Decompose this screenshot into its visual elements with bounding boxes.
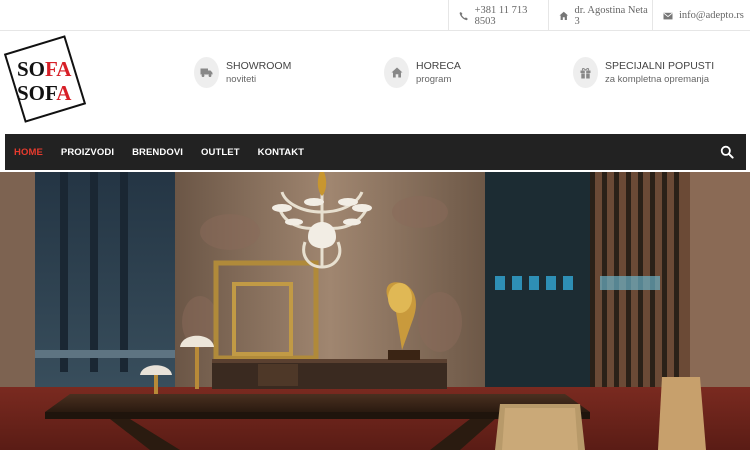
- feature-showroom-subtitle: noviteti: [226, 74, 257, 85]
- map-pin-icon: [559, 11, 569, 20]
- main-nav: HOME PROIZVODI BRENDOVI OUTLET KONTAKT: [5, 134, 746, 170]
- sofa-sofa-logo[interactable]: SOFA SOFA: [3, 35, 87, 123]
- contact-email[interactable]: info@adepto.rs: [652, 0, 750, 31]
- nav-item-outlet[interactable]: OUTLET: [201, 147, 240, 158]
- search-icon[interactable]: [720, 145, 734, 159]
- hero-interior-illustration: [0, 172, 750, 450]
- truck-icon: [194, 57, 219, 88]
- contact-address-text: dr. Agostina Neta 3: [574, 4, 648, 27]
- top-contact-bar: +381 11 713 8503 dr. Agostina Neta 3 inf…: [0, 0, 750, 31]
- nav-item-kontakt[interactable]: KONTAKT: [258, 147, 304, 158]
- hero-banner-image: [0, 172, 750, 450]
- home-icon: [384, 57, 409, 88]
- phone-icon: [459, 11, 468, 20]
- gift-icon: [573, 57, 598, 88]
- feature-horeca[interactable]: HORECA program: [384, 57, 461, 88]
- logo-line-2: SOFA: [17, 81, 72, 105]
- feature-showroom[interactable]: SHOWROOM noviteti: [194, 57, 291, 88]
- nav-item-brendovi[interactable]: BRENDOVI: [132, 147, 183, 158]
- contact-phone-text: +381 11 713 8503: [474, 4, 528, 27]
- nav-item-home[interactable]: HOME: [14, 147, 43, 158]
- feature-discounts-subtitle: za kompletna opremanja: [605, 74, 710, 85]
- feature-showroom-title: SHOWROOM: [226, 60, 292, 72]
- feature-horeca-title: HORECA: [416, 60, 461, 72]
- feature-discounts-title: SPECIJALNI POPUSTI: [605, 60, 715, 72]
- contact-address[interactable]: dr. Agostina Neta 3: [548, 0, 652, 31]
- feature-special-discounts[interactable]: SPECIJALNI POPUSTI za kompletna opremanj…: [573, 57, 714, 88]
- contact-email-text: info@adepto.rs: [679, 10, 744, 21]
- logo-line-1: SOFA: [17, 57, 72, 81]
- nav-item-proizvodi[interactable]: PROIZVODI: [61, 147, 114, 158]
- feature-horeca-subtitle: program: [416, 74, 452, 85]
- contact-phone[interactable]: +381 11 713 8503: [448, 0, 548, 31]
- envelope-icon: [663, 12, 673, 19]
